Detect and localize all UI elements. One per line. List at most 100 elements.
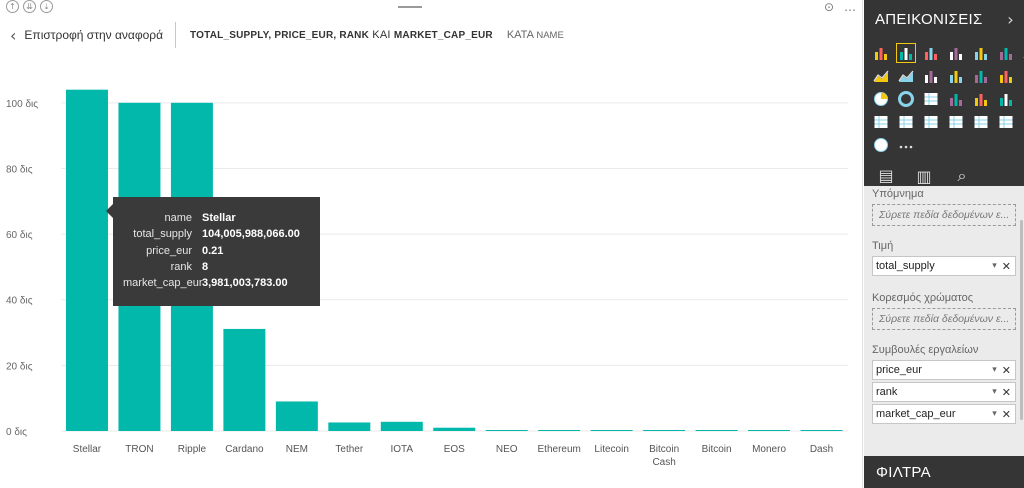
x-tick-label: Bitcoin	[649, 444, 679, 455]
tooltips-well-label: Συμβουλές εργαλείων	[872, 344, 979, 356]
chevron-left-icon: ‹	[10, 25, 17, 45]
tooltip-field-pill[interactable]: market_cap_eur ▾ ✕	[872, 404, 1016, 424]
stacked-area-icon[interactable]	[897, 67, 915, 85]
area-icon[interactable]	[872, 67, 890, 85]
tooltip-field-name: price_eur	[876, 364, 922, 376]
drill-up-icon[interactable]: ↑	[6, 0, 19, 13]
x-tick-label: TRON	[125, 444, 153, 455]
value-field-pill[interactable]: total_supply ▾ ✕	[872, 256, 1016, 276]
filled-map-icon[interactable]	[972, 90, 990, 108]
chart-tooltip: name Stellar total_supply 104,005,988,066.0…	[106, 197, 320, 306]
waterfall-icon[interactable]	[997, 67, 1015, 85]
close-icon[interactable]: ✕	[1002, 260, 1011, 273]
bar-tether[interactable]	[328, 422, 371, 431]
treemap-icon[interactable]	[922, 90, 940, 108]
stacked-column-icon[interactable]	[896, 43, 916, 63]
bar-stellar[interactable]	[66, 89, 108, 431]
report-canvas: ↑ ⇊ ⤓ ⊙ … ‹ Επιστροφή στην αναφορά TOTAL…	[0, 0, 863, 488]
clustered-column-icon[interactable]	[947, 44, 965, 62]
bar-nem[interactable]	[275, 401, 318, 431]
ribbon-icon[interactable]	[972, 67, 990, 85]
slicer-glyph	[949, 116, 963, 128]
fields-last: MARKET_CAP_EUR	[393, 30, 493, 41]
tooltip-field-pill[interactable]: rank ▾ ✕	[872, 382, 1016, 402]
drill-down-all-icon[interactable]: ⇊	[23, 0, 36, 13]
tooltip-key: market_cap_eur	[123, 277, 203, 290]
x-tick-label: NEO	[496, 444, 518, 455]
tooltip-field-pill[interactable]: price_eur ▾ ✕	[872, 360, 1016, 380]
x-tick-label: Cash	[652, 457, 675, 468]
chevron-down-icon[interactable]: ▾	[992, 387, 997, 397]
map-icon[interactable]	[947, 90, 965, 108]
100-bar-icon[interactable]	[972, 44, 990, 62]
donut-icon[interactable]	[897, 90, 915, 108]
visual-title: TOTAL_SUPPLY, PRICE_EUR, RANK ΚΑΙ MARKET…	[190, 29, 564, 41]
globe-icon[interactable]	[872, 136, 890, 154]
tooltip-row: rank 8	[123, 259, 310, 275]
tooltip-key: price_eur	[146, 244, 192, 257]
area-glyph	[873, 70, 889, 82]
tooltip-row: total_supply 104,005,988,066.00	[123, 226, 310, 242]
line-clustered-icon[interactable]	[947, 67, 965, 85]
bar-eos[interactable]	[433, 427, 476, 431]
stacked-area-glyph	[898, 70, 914, 82]
card-icon[interactable]	[872, 113, 890, 131]
bar-bitcoin[interactable]	[695, 430, 738, 431]
more-visuals-icon[interactable]	[897, 136, 915, 154]
bar-monero[interactable]	[748, 430, 791, 431]
bar-litecoin[interactable]	[590, 430, 633, 431]
line-column-icon[interactable]	[922, 67, 940, 85]
kpi-glyph	[924, 116, 938, 128]
line-column-glyph	[925, 71, 937, 83]
close-icon[interactable]: ✕	[1002, 386, 1011, 399]
multi-row-card-icon[interactable]	[897, 113, 915, 131]
x-tick-label: Bitcoin	[702, 444, 732, 455]
value-well-label: Τιμή	[872, 240, 894, 252]
matrix-icon[interactable]	[997, 113, 1015, 131]
chevron-down-icon[interactable]: ▾	[992, 409, 997, 419]
clustered-bar-icon[interactable]	[922, 44, 940, 62]
by-field: NAME	[536, 30, 564, 41]
close-icon[interactable]: ✕	[1002, 408, 1011, 421]
pie-icon[interactable]	[872, 90, 890, 108]
tooltip-row: name Stellar	[123, 210, 310, 226]
tooltip-field-name: rank	[876, 386, 898, 398]
color-saturation-label: Κορεσμός χρώματος	[872, 292, 974, 304]
drill-mode-icon[interactable]: ⊙	[824, 0, 834, 14]
legend-well-drop[interactable]: Σύρετε πεδία δεδομένων ε...	[872, 204, 1016, 226]
funnel-icon[interactable]	[997, 90, 1015, 108]
tooltip-value: 3,981,003,783.00	[202, 277, 288, 290]
filled-map-glyph	[975, 94, 987, 106]
color-saturation-drop[interactable]: Σύρετε πεδία δεδομένων ε...	[872, 308, 1016, 330]
visualizations-header: ΑΠΕΙΚΟΝΙΣΕΙΣ ›	[864, 0, 1024, 38]
x-tick-label: Cardano	[225, 444, 264, 455]
filters-header[interactable]: ΦΙΛΤΡΑ	[864, 456, 1024, 488]
more-options-icon[interactable]: …	[844, 0, 856, 14]
stacked-bar-icon[interactable]	[872, 44, 890, 62]
bar-cardano[interactable]	[223, 328, 266, 431]
expand-next-level-icon[interactable]: ⤓	[40, 0, 53, 13]
chevron-down-icon[interactable]: ▾	[992, 365, 997, 375]
bar-neo[interactable]	[485, 430, 528, 431]
drag-handle[interactable]	[398, 6, 422, 8]
y-tick-label: 20 δις	[6, 361, 33, 372]
pane-scrollbar[interactable]	[1020, 220, 1023, 420]
bar-bitcoin-cash[interactable]	[643, 430, 686, 431]
treemap-glyph	[924, 93, 938, 105]
tooltip-row: market_cap_eur 3,981,003,783.00	[123, 275, 310, 291]
100-column-glyph	[1000, 48, 1012, 60]
slicer-icon[interactable]	[947, 113, 965, 131]
bar-dash[interactable]	[800, 430, 843, 431]
table-icon[interactable]	[972, 113, 990, 131]
bar-iota[interactable]	[380, 421, 423, 431]
kpi-icon[interactable]	[922, 113, 940, 131]
clustered-bar-glyph	[925, 48, 937, 60]
chevron-down-icon[interactable]: ▾	[992, 261, 997, 271]
close-icon[interactable]: ✕	[1002, 364, 1011, 377]
100-column-icon[interactable]	[997, 44, 1015, 62]
chevron-right-icon[interactable]: ›	[1007, 10, 1014, 29]
bar-ethereum[interactable]	[538, 430, 581, 431]
back-to-report-button[interactable]: ‹ Επιστροφή στην αναφορά	[10, 22, 177, 48]
fields-list: TOTAL_SUPPLY, PRICE_EUR, RANK	[190, 30, 370, 41]
visualizations-pane: ΑΠΕΙΚΟΝΙΣΕΙΣ › R ▤ ▥ ⌕ Υπόμνημα Σύρετε π…	[864, 0, 1024, 488]
